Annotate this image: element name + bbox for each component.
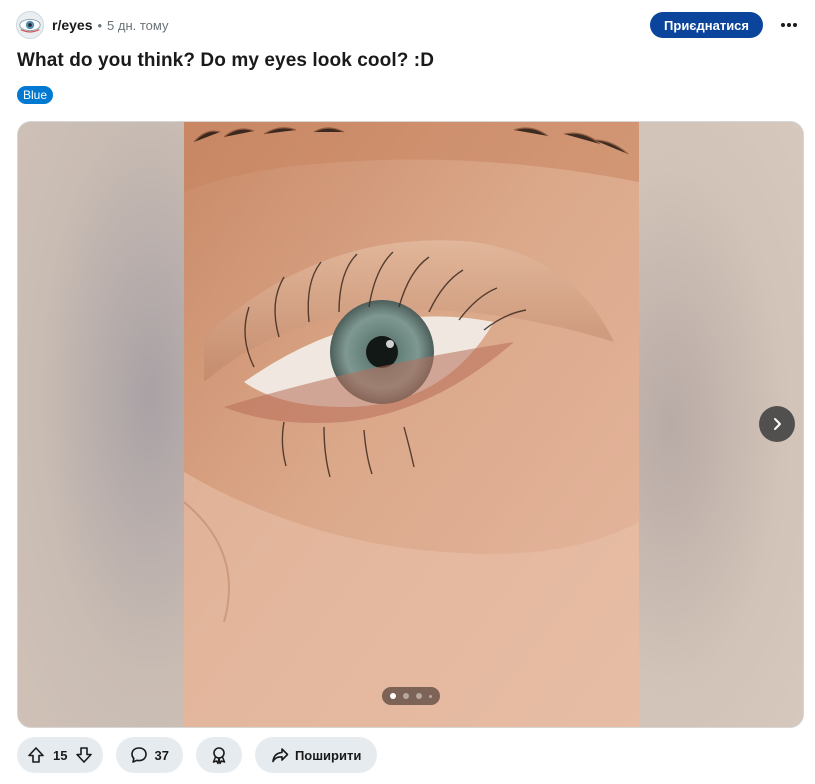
award-button[interactable] [195,737,242,773]
vote-count: 15 [53,747,68,763]
pagination-dot-active[interactable] [390,693,396,699]
comments-button[interactable]: 37 [116,737,183,773]
downvote-icon[interactable] [73,744,95,766]
post-time: 5 дн. тому [107,17,169,33]
join-button[interactable]: Приєднатися [650,12,763,38]
gallery-next-button[interactable] [759,406,795,442]
share-label: Поширити [294,747,362,763]
share-button[interactable]: Поширити [254,737,378,773]
award-icon [212,747,226,765]
pagination-dot[interactable] [429,694,432,698]
image-gallery[interactable] [17,121,804,728]
chevron-right-icon [774,418,781,430]
gallery-blur-left [18,122,184,727]
upvote-icon[interactable] [25,744,47,766]
post-title[interactable]: What do you think? Do my eyes look cool?… [17,50,434,72]
eye-logo-icon [19,18,41,33]
vote-control: 15 [17,737,104,773]
more-options-icon[interactable] [777,13,801,37]
post-header: r/eyes • 5 дн. тому Приєднатися [16,10,801,40]
post-actions-bar: 15 37 Поширити [17,737,378,773]
pagination-dot[interactable] [416,693,422,699]
subreddit-name[interactable]: r/eyes [52,17,92,33]
subreddit-avatar[interactable] [16,11,44,39]
comment-count: 37 [154,747,169,763]
post-flair[interactable]: Blue [17,86,54,104]
meta-separator: • [97,17,103,33]
comment-icon [131,747,148,763]
post-image-eye[interactable] [184,122,639,727]
share-icon [272,748,289,763]
pagination-dot[interactable] [403,693,409,699]
gallery-pagination-dots [382,687,440,705]
